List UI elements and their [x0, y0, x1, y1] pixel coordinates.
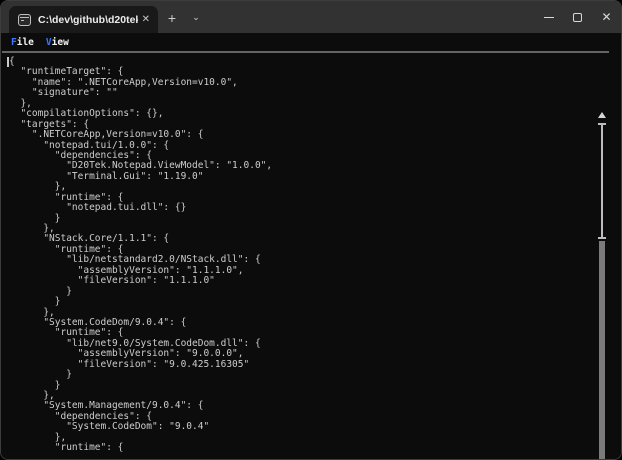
editor-lines: { "runtimeTarget": { "name": ".NETCoreAp…	[9, 57, 595, 454]
editor-line: }	[9, 287, 595, 297]
maximize-icon	[573, 13, 582, 22]
maximize-button[interactable]	[563, 1, 592, 33]
scrollbar-track[interactable]	[599, 241, 605, 460]
scrollbar-up-arrow-icon[interactable]	[598, 112, 606, 118]
text-cursor	[7, 57, 9, 67]
title-bar[interactable]: C:\dev\github\d20tek\notepa ✕ + ⌄ ✕	[1, 1, 621, 33]
menu-bar: File View	[1, 33, 621, 51]
editor-line: "compilationOptions": {},	[9, 109, 595, 119]
text-editor[interactable]: { "runtimeTarget": { "name": ".NETCoreAp…	[1, 53, 621, 459]
editor-line: }	[9, 214, 595, 224]
scrollbar-thumb[interactable]	[598, 123, 606, 239]
menu-view-rest: iew	[52, 37, 69, 48]
close-icon: ✕	[601, 11, 611, 23]
terminal-window: C:\dev\github\d20tek\notepa ✕ + ⌄ ✕ File…	[0, 0, 622, 460]
menu-item-view[interactable]: View	[46, 37, 69, 48]
editor-line: "System.CodeDom": "9.0.4"	[9, 422, 595, 432]
tab-dropdown-button[interactable]: ⌄	[185, 7, 207, 28]
menu-file-rest: ile	[17, 37, 34, 48]
new-tab-button[interactable]: +	[161, 7, 183, 28]
editor-line: }	[9, 381, 595, 391]
editor-line: "notepad.tui.dll": {}	[9, 203, 595, 213]
command-prompt-icon	[18, 14, 31, 26]
editor-line: "fileVersion": "9.0.425.16305"	[9, 360, 595, 370]
menu-item-file[interactable]: File	[11, 37, 34, 48]
terminal-tab[interactable]: C:\dev\github\d20tek\notepa ✕	[9, 6, 158, 33]
plus-icon: +	[168, 10, 176, 26]
minimize-icon	[544, 17, 554, 18]
tab-title: C:\dev\github\d20tek\notepa	[38, 14, 138, 26]
minimize-button[interactable]	[534, 1, 563, 33]
editor-line: "signature": ""	[9, 88, 595, 98]
close-icon: ✕	[142, 14, 150, 25]
editor-line: ".NETCoreApp,Version=v10.0": {	[9, 130, 595, 140]
editor-line: "runtime": {	[9, 443, 595, 453]
editor-line: }	[9, 370, 595, 380]
close-button[interactable]: ✕	[592, 1, 621, 33]
editor-line: "fileVersion": "1.1.1.0"	[9, 276, 595, 286]
editor-line: }	[9, 297, 595, 307]
chevron-down-icon: ⌄	[192, 12, 200, 23]
editor-line: "Terminal.Gui": "1.19.0"	[9, 172, 595, 182]
window-caption-controls: ✕	[534, 1, 621, 33]
tab-close-button[interactable]: ✕	[142, 15, 150, 25]
